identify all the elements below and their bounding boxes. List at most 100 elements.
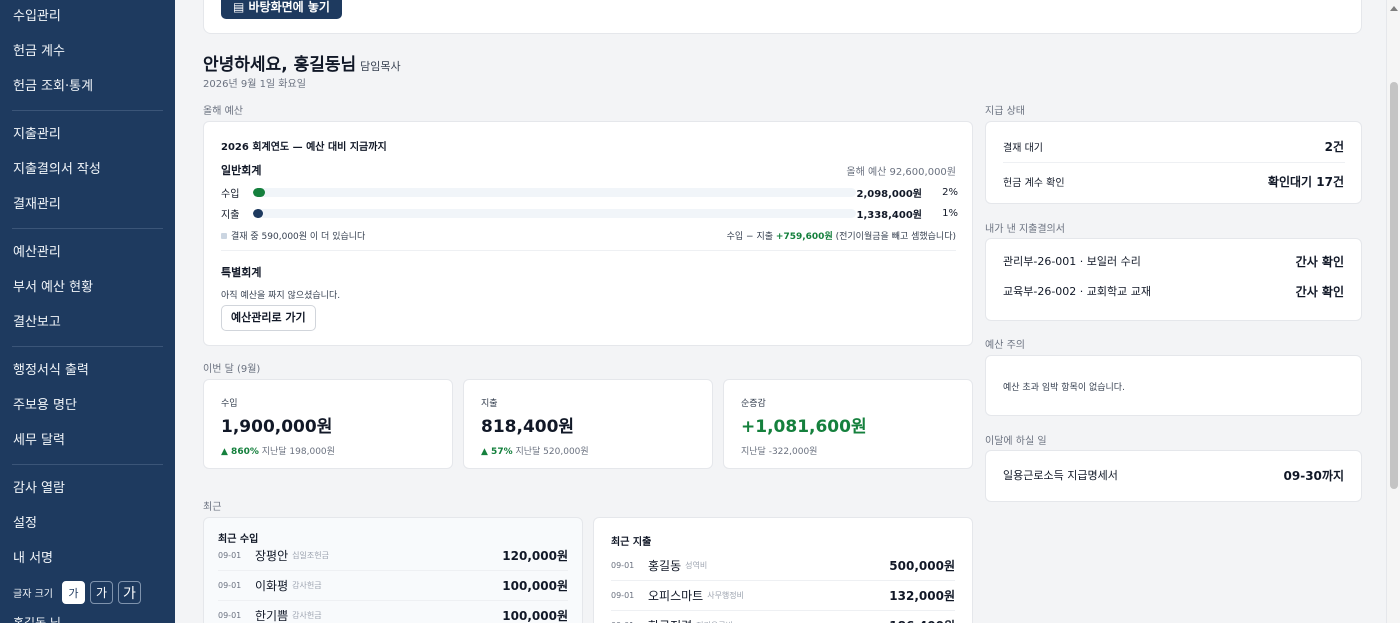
status-row-label: 헌금 계수 확인 <box>1003 177 1065 189</box>
expense-bar-track <box>253 208 856 218</box>
budget-card: 2026 회계연도 — 예산 대비 지금까지 일반회계 올해 예산 92,600… <box>203 121 973 346</box>
recent-expense-amount: 186,400원 <box>889 617 955 623</box>
pending-text: 결재 중 590,000원 이 더 있습니다 <box>231 232 366 242</box>
special-account-title: 특별회계 <box>221 266 262 279</box>
todo-title: 일용근로소득 지급명세서 <box>1003 469 1118 482</box>
recent-income-name: 한기쁨 <box>255 609 289 623</box>
sidebar-item-signature[interactable]: 내 서명 <box>0 541 175 576</box>
recent-expense-row[interactable]: 09-01 오피스마트 사무행정비 132,000원 <box>611 580 955 610</box>
recent-expense-category: 성역비 <box>685 560 708 570</box>
sidebar-divider <box>12 464 163 465</box>
section-label-status: 지급 상태 <box>985 106 1025 117</box>
sidebar-item-dept-budget[interactable]: 부서 예산 현황 <box>0 270 175 305</box>
month-income-prev: 지난달 198,000원 <box>261 447 335 457</box>
sidebar-item-offering-count[interactable]: 헌금 계수 <box>0 34 175 69</box>
recent-income-amount: 100,000원 <box>502 609 568 623</box>
my-form-status: 간사 확인 <box>1295 254 1344 269</box>
section-label-budget-warning: 예산 주의 <box>985 340 1025 351</box>
desktop-shortcut-button[interactable]: ▤ 바탕화면에 놓기 <box>221 0 342 19</box>
recent-income-row[interactable]: 09-01 이화평 감사헌금 100,000원 <box>218 570 568 600</box>
scroll-up-icon[interactable] <box>1390 6 1398 11</box>
recent-income-name: 이화평 <box>255 579 289 593</box>
recent-expense-name: 홍길동 <box>648 558 682 573</box>
month-income-card: 수입 1,900,000원 ▲ 860% 지난달 198,000원 <box>203 379 453 469</box>
sidebar-divider <box>12 346 163 347</box>
recent-income-name: 장평안 <box>255 548 289 563</box>
section-label-my-forms: 내가 낸 지출결의서 <box>985 224 1065 235</box>
balance-note: 수입 − 지출 +759,600원 (전기이월금을 빼고 셈했습니다) <box>727 229 956 242</box>
sidebar-item-approval[interactable]: 결재관리 <box>0 187 175 222</box>
status-row[interactable]: 결재 대기 2건 <box>1003 134 1344 158</box>
section-label-recent: 최근 <box>203 502 222 513</box>
expense-bar-percent: 1% <box>942 207 958 219</box>
section-label-month: 이번 달 (9월) <box>203 364 261 375</box>
section-label-budget: 올해 예산 <box>203 106 243 117</box>
sidebar-item-settlement[interactable]: 결산보고 <box>0 305 175 340</box>
my-form-row[interactable]: 교육부-26-002 · 교회학교 교재 간사 확인 <box>1003 279 1344 303</box>
pending-note: 결재 중 590,000원 이 더 있습니다 <box>221 229 365 242</box>
user-role: 담임목사 <box>360 60 401 73</box>
balance-prefix: 수입 − 지출 <box>726 232 774 242</box>
main-content: ▤ 바탕화면에 놓기 안녕하세요, 홍길동님 담임목사 2026년 9월 1일 화… <box>175 0 1386 623</box>
my-form-row[interactable]: 관리부-26-001 · 보일러 수리 간사 확인 <box>1003 249 1344 273</box>
sidebar-item-forms[interactable]: 행정서식 출력 <box>0 353 175 388</box>
sidebar-item-bulletin-list[interactable]: 주보용 명단 <box>0 388 175 423</box>
recent-expense-name: 한국전력 <box>648 617 692 623</box>
balance-value: +759,600원 <box>775 232 833 242</box>
sidebar-item-audit[interactable]: 감사 열람 <box>0 471 175 506</box>
recent-income-amount: 100,000원 <box>502 579 568 593</box>
sidebar-item-settings[interactable]: 설정 <box>0 506 175 541</box>
balance-suffix: (전기이월금을 빼고 셈했습니다) <box>835 232 956 242</box>
month-net-card: 순증감 +1,081,600원 지난달 -322,000원 <box>723 379 973 469</box>
expense-bar-fill <box>253 208 263 218</box>
sidebar-item-offering-stats[interactable]: 헌금 조회·통계 <box>0 69 175 104</box>
income-bar-fill <box>253 187 266 197</box>
recent-expense-row[interactable]: 09-01 홍길동 성역비 500,000원 <box>611 550 955 580</box>
expense-bar-row: 지출 1,338,400원 1% <box>221 205 958 221</box>
sidebar-item-expense[interactable]: 지출관리 <box>0 117 175 152</box>
status-row-value: 확인대기 17건 <box>1267 174 1344 189</box>
recent-income-row[interactable]: 09-01 한기쁨 감사헌금 100,000원 <box>218 600 568 623</box>
sidebar-user-name[interactable]: 홍길동 님 <box>13 614 61 623</box>
today-date: 2026년 9월 1일 화요일 <box>203 79 306 90</box>
income-bar-percent: 2% <box>942 186 958 198</box>
pending-square-icon <box>221 232 227 239</box>
font-size-small-button[interactable]: 가 <box>61 581 85 604</box>
recent-income-card: 최근 수입 09-01 장평안 십일조헌금 120,000원 09-01 이화평 감사헌금 1… <box>203 517 583 623</box>
month-expense-trend: ▲ 57% 지난달 520,000원 <box>481 444 589 457</box>
status-row[interactable]: 헌금 계수 확인 확인대기 17건 <box>1003 169 1344 193</box>
annual-budget: 올해 예산 92,600,000원 <box>846 167 956 178</box>
font-size-medium-button[interactable]: 가 <box>89 581 113 604</box>
expense-bar-label: 지출 <box>221 209 240 221</box>
month-expense-label: 지출 <box>481 399 498 409</box>
sidebar-item-tax-calendar[interactable]: 세무 달력 <box>0 423 175 458</box>
greeting: 안녕하세요, 홍길동님 담임목사 <box>203 50 401 75</box>
scrollbar-thumb[interactable] <box>1390 82 1398 489</box>
month-expense-prev: 지난달 520,000원 <box>515 447 589 457</box>
my-form-title: 교육부-26-002 · 교회학교 교재 <box>1003 285 1151 298</box>
month-income-value: 1,900,000원 <box>221 417 333 437</box>
month-expense-change: ▲ 57% <box>481 447 513 457</box>
expense-bar-amount: 1,338,400원 <box>856 209 922 221</box>
sidebar-item-expense-form[interactable]: 지출결의서 작성 <box>0 152 175 187</box>
sidebar-item-income[interactable]: 수입관리 <box>0 0 175 34</box>
budget-title: 2026 회계연도 — 예산 대비 지금까지 <box>221 142 387 153</box>
month-income-trend: ▲ 860% 지난달 198,000원 <box>221 444 335 457</box>
font-size-large-button[interactable]: 가 <box>117 581 141 604</box>
recent-income-date: 09-01 <box>218 550 242 560</box>
divider <box>1003 162 1345 163</box>
status-row-label: 결재 대기 <box>1003 142 1043 154</box>
page-scrollbar[interactable] <box>1386 0 1400 623</box>
month-net-value: +1,081,600원 <box>741 417 867 437</box>
income-bar-amount: 2,098,000원 <box>856 188 922 200</box>
section-label-todo: 이달에 하실 일 <box>985 436 1047 447</box>
recent-expense-row[interactable]: 09-01한국전력전기요금비186,400원 <box>611 610 955 623</box>
recent-expense-name: 오피스마트 <box>648 589 704 603</box>
recent-income-row[interactable]: 09-01 장평안 십일조헌금 120,000원 <box>218 540 568 570</box>
todo-row[interactable]: 일용근로소득 지급명세서 09-30까지 <box>1003 463 1344 487</box>
income-bar-track <box>253 187 856 197</box>
go-to-budget-button[interactable]: 예산관리로 가기 <box>221 305 316 331</box>
status-row-value: 2건 <box>1324 139 1344 154</box>
sidebar-item-budget[interactable]: 예산관리 <box>0 235 175 270</box>
month-net-prev: 지난달 -322,000원 <box>741 447 818 457</box>
